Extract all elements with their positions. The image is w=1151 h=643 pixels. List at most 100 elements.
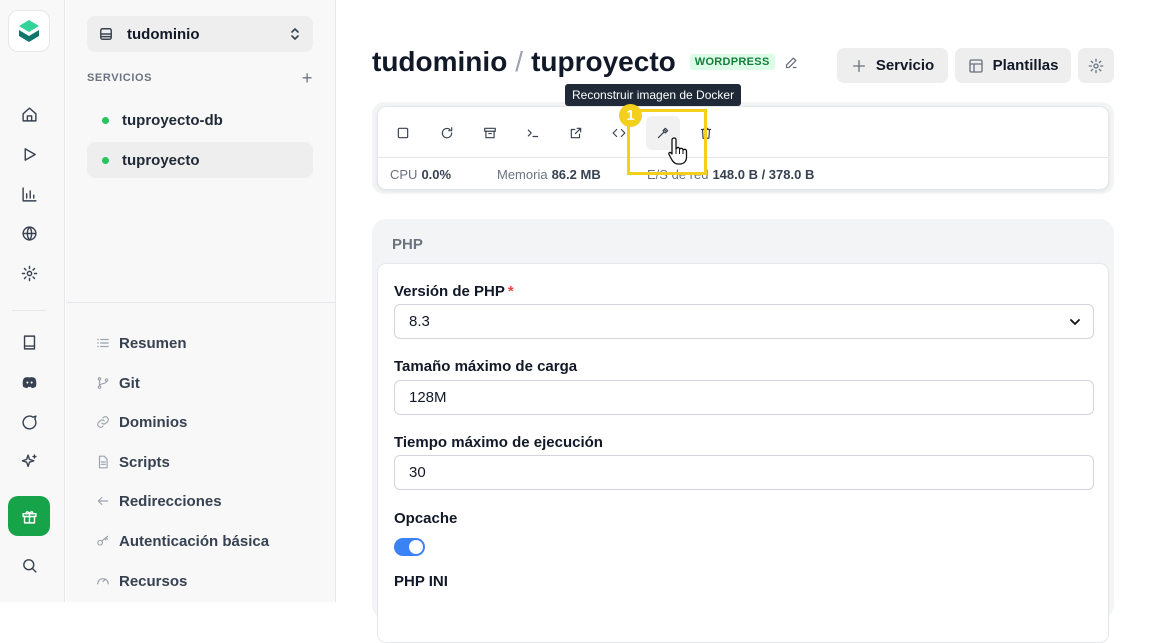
breadcrumb-service: tuproyecto	[531, 46, 676, 77]
add-service-label: Servicio	[875, 57, 935, 74]
gift-icon[interactable]	[8, 496, 50, 536]
php-ini-label: PHP INI	[394, 573, 448, 590]
templates-button[interactable]: Plantillas	[955, 48, 1071, 83]
open-external-button[interactable]	[559, 116, 593, 150]
php-section-title: PHP	[392, 236, 423, 253]
memory-stat: Memoria 86.2 MB	[497, 167, 601, 182]
php-settings-form: Versión de PHP * 8.3 Tamaño máximo de car…	[377, 263, 1109, 643]
page-title: tudominio / tuproyecto WORDPRESS	[372, 46, 799, 78]
cpu-label: CPU	[390, 167, 418, 182]
service-label: tuproyecto	[122, 151, 200, 169]
restart-icon	[441, 127, 453, 139]
gear-icon[interactable]	[19, 263, 39, 283]
nav-item-dominios[interactable]: Dominios	[96, 410, 316, 434]
project-selector[interactable]: tudominio	[87, 16, 313, 52]
max-upload-size-label: Tamaño máximo de carga	[394, 358, 578, 375]
sidebar-divider	[66, 302, 336, 303]
cpu-stat: CPU 0.0%	[390, 167, 451, 182]
add-service-icon[interactable]: +	[302, 69, 313, 87]
key-icon	[97, 535, 109, 546]
php-version-label: Versión de PHP *	[394, 283, 514, 300]
status-dot-icon	[102, 116, 109, 124]
network-io-value: 148.0 B / 378.0 B	[712, 167, 815, 182]
restart-button[interactable]	[430, 116, 464, 150]
required-marker: *	[507, 283, 514, 300]
gauge-icon	[97, 578, 109, 585]
status-dot-icon	[102, 156, 109, 164]
wordpress-badge: WORDPRESS	[689, 54, 775, 70]
gear-icon	[1088, 58, 1104, 73]
chat-icon[interactable]	[19, 412, 39, 432]
code-icon	[612, 128, 626, 138]
nav-item-label: Redirecciones	[119, 492, 222, 510]
nav-item-label: Git	[119, 374, 140, 392]
main-content: tudominio / tuproyecto WORDPRESS Servici…	[337, 0, 1151, 643]
resource-stats: CPU 0.0% Memoria 86.2 MB E/S de red 148.0 B…	[378, 159, 1108, 190]
search-icon[interactable]	[19, 555, 39, 575]
terminal-icon	[527, 129, 539, 138]
logo-icon[interactable]	[8, 10, 50, 52]
services-header-label: SERVICIOS	[87, 72, 153, 84]
services-header: SERVICIOS +	[87, 69, 313, 87]
nav-item-autenticacion-basica[interactable]: Autenticación básica	[96, 529, 316, 553]
php-settings-card: PHP Versión de PHP * 8.3 Tamaño máximo de…	[372, 219, 1114, 643]
link-icon	[97, 416, 109, 428]
php-version-label-text: Versión de PHP	[394, 283, 505, 300]
sidebar-service-tuproyecto-db[interactable]: tuproyecto-db	[87, 102, 313, 138]
nav-item-label: Autenticación básica	[119, 532, 270, 550]
max-upload-size-value: 128M	[409, 389, 447, 406]
action-toolbar	[378, 107, 1108, 158]
php-version-value: 8.3	[409, 313, 430, 330]
step-marker: 1	[619, 104, 642, 127]
opcache-label: Opcache	[394, 510, 458, 527]
max-execution-time-label: Tiempo máximo de ejecución	[394, 434, 603, 451]
cpu-value: 0.0%	[421, 167, 452, 182]
list-icon	[97, 338, 109, 348]
nav-item-label: Resumen	[119, 334, 187, 352]
rail-divider	[12, 310, 46, 311]
nav-item-scripts[interactable]: Scripts	[96, 450, 316, 474]
play-icon[interactable]	[19, 144, 39, 164]
home-icon[interactable]	[19, 104, 39, 124]
nav-item-git[interactable]: Git	[96, 371, 316, 395]
terminal-button[interactable]	[516, 116, 550, 150]
globe-icon[interactable]	[19, 223, 39, 243]
rebuild-tooltip: Reconstruir imagen de Docker	[565, 84, 742, 106]
book-icon[interactable]	[19, 332, 39, 352]
memory-value: 86.2 MB	[551, 167, 601, 182]
file-icon	[98, 455, 108, 469]
nav-item-recursos[interactable]: Recursos	[96, 569, 316, 593]
layout-icon	[968, 58, 983, 73]
nav-item-label: Recursos	[119, 572, 188, 590]
stop-button[interactable]	[386, 116, 420, 150]
service-label: tuproyecto-db	[122, 111, 223, 129]
chevron-down-icon	[1070, 318, 1080, 325]
breadcrumb-separator: /	[515, 46, 524, 77]
nav-item-label: Dominios	[119, 413, 188, 431]
sidebar-service-tuproyecto[interactable]: tuproyecto	[87, 142, 313, 178]
edit-icon[interactable]	[784, 55, 799, 70]
nav-item-redirecciones[interactable]: Redirecciones	[96, 489, 316, 513]
git-branch-icon	[97, 377, 109, 389]
stack-icon	[100, 28, 112, 40]
max-execution-time-input[interactable]: 30	[394, 455, 1094, 490]
chart-icon[interactable]	[19, 184, 39, 204]
discord-icon[interactable]	[19, 372, 39, 392]
hand-cursor-icon	[668, 137, 688, 165]
service-controls-card: CPU 0.0% Memoria 86.2 MB E/S de red 148.0 B…	[372, 102, 1114, 194]
add-service-button[interactable]: Servicio	[837, 48, 948, 83]
arrow-left-icon	[97, 496, 109, 506]
archive-button[interactable]	[473, 116, 507, 150]
nav-item-resumen[interactable]: Resumen	[96, 331, 316, 355]
settings-button[interactable]	[1078, 48, 1114, 83]
sparkles-icon[interactable]	[19, 451, 39, 471]
service-sidebar: tudominio SERVICIOS + tuproyecto-db tupr…	[66, 0, 336, 602]
max-upload-size-input[interactable]: 128M	[394, 380, 1094, 415]
breadcrumb-project[interactable]: tudominio	[372, 46, 507, 78]
archive-icon	[484, 127, 496, 139]
stop-icon	[397, 127, 409, 139]
php-version-select[interactable]: 8.3	[394, 304, 1094, 339]
opcache-toggle[interactable]	[394, 538, 425, 556]
templates-label: Plantillas	[992, 57, 1059, 74]
external-link-icon	[570, 127, 582, 139]
